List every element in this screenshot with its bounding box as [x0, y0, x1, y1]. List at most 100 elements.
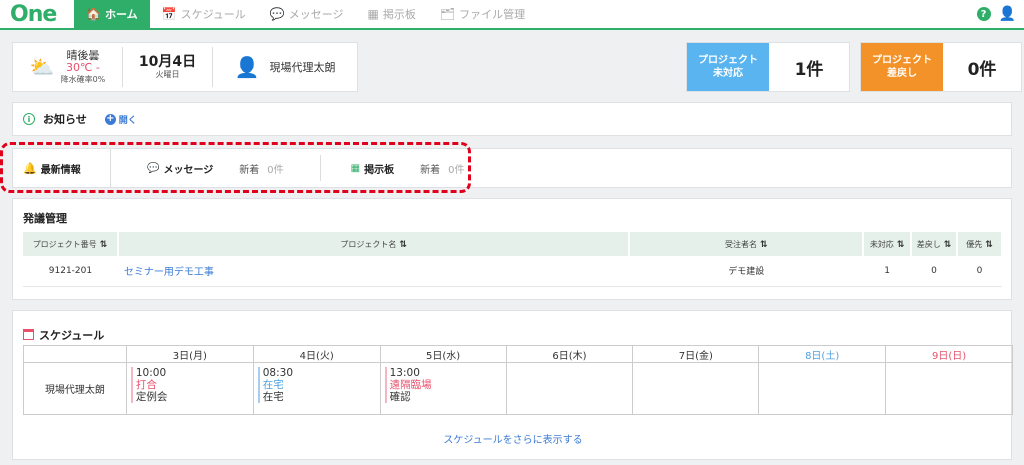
app-logo[interactable]: One — [0, 0, 74, 29]
cell-contractor: デモ建設 — [629, 256, 864, 287]
weather-temp: 30℃ - — [66, 61, 100, 75]
day-cell[interactable]: 08:30 在宅 在宅 — [252, 362, 381, 415]
sort-icon: ⇅ — [985, 239, 993, 250]
day-cell[interactable] — [758, 362, 887, 415]
latest-board-new: 新着 — [420, 164, 441, 176]
col-pending[interactable]: 未対応 ⇅ — [863, 232, 913, 256]
tab-files[interactable]: 🗂 ファイル管理 — [428, 0, 537, 29]
open-notice-button[interactable]: + 開く — [104, 113, 137, 126]
schedule-title: スケジュール — [13, 311, 1011, 347]
schedule-panel: スケジュール 3日(月) 4日(火) 5日(水) 6日(木) 7日(金) 8日(… — [12, 310, 1013, 460]
file-icon: 🗂 — [439, 7, 456, 21]
latest-board-count: 0件 — [448, 164, 465, 176]
tab-label: メッセージ — [288, 8, 344, 21]
day-header: 3日(月) — [125, 345, 254, 363]
tab-label: ファイル管理 — [459, 8, 526, 21]
show-more-schedule-link[interactable]: スケジュールをさらに表示する — [13, 431, 1013, 446]
table-row[interactable]: 9121-201 セミナー用デモ工事 デモ建設 1 0 0 — [23, 256, 1002, 287]
day-header: 5日(水) — [379, 345, 507, 363]
tab-home[interactable]: 🏠 ホーム — [74, 0, 150, 29]
top-nav: One 🏠 ホーム 📅 スケジュール 💬 メッセージ ▦ 掲示板 🗂 ファイル管… — [0, 0, 1024, 30]
order-title: 発議管理 — [23, 212, 67, 225]
nav-right: ? 👤 — [976, 6, 1024, 22]
info-icon: i — [23, 113, 35, 125]
board-icon: ▦ — [350, 162, 361, 174]
board-icon: ▦ — [367, 7, 379, 21]
weather-cell: ⛅ 晴後曇 30℃ - 降水確率0% — [13, 47, 123, 87]
cell-number: 9121-201 — [23, 256, 118, 287]
stat-returned-label: プロジェクト 差戻し — [861, 43, 943, 91]
latest-message-new: 新着 — [239, 164, 260, 176]
day-header-sunday: 9日(日) — [885, 345, 1013, 363]
stat-returned[interactable]: プロジェクト 差戻し 0件 — [860, 42, 1022, 92]
order-management: 発議管理 プロジェクト番号 ⇅ プロジェクト名 ⇅ 受注者名 ⇅ 未対応 ⇅ 差戻し ⇅ … — [12, 198, 1012, 300]
user-cell: 👤 現場代理太朗 — [213, 47, 357, 87]
project-link[interactable]: セミナー用デモ工事 — [117, 256, 630, 287]
schedule-row: 現場代理太朗 10:00 打合 定例会 08:30 在宅 在宅 13:00 遠隔… — [23, 362, 1013, 415]
tab-label: 掲示板 — [382, 8, 416, 21]
date-cell: 10月4日 火曜日 — [123, 47, 213, 87]
sun-cloud-icon: ⛅ — [29, 55, 55, 79]
person-icon: 👤 — [234, 55, 260, 79]
cell-pending: 1 — [863, 256, 912, 287]
stat-pending-count: 1件 — [794, 59, 824, 80]
latest-board[interactable]: ▦ 掲示板 新着 0件 — [321, 148, 465, 188]
schedule-person: 現場代理太朗 — [23, 362, 127, 415]
day-header: 4日(火) — [252, 345, 381, 363]
day-header: 6日(木) — [505, 345, 634, 363]
notice-bar: i お知らせ + 開く — [12, 102, 1012, 136]
day-cell[interactable] — [885, 362, 1013, 415]
schedule-table: 3日(月) 4日(火) 5日(水) 6日(木) 7日(金) 8日(土) 9日(日… — [23, 345, 1013, 415]
sort-icon: ⇅ — [399, 239, 407, 250]
date-weekday: 火曜日 — [155, 70, 180, 80]
col-number[interactable]: プロジェクト番号 ⇅ — [23, 232, 119, 256]
day-cell[interactable] — [632, 362, 760, 415]
date-day: 10月4日 — [138, 54, 197, 71]
latest-message-label: メッセージ — [163, 164, 214, 176]
stat-pending[interactable]: プロジェクト 未対応 1件 — [686, 42, 850, 92]
tab-label: ホーム — [104, 8, 138, 21]
cell-returned: 0 — [911, 256, 958, 287]
tab-schedule[interactable]: 📅 スケジュール — [150, 0, 258, 29]
schedule-event[interactable]: 13:00 遠隔臨場 確認 — [384, 367, 506, 404]
col-contractor[interactable]: 受注者名 ⇅ — [629, 232, 865, 256]
order-table: プロジェクト番号 ⇅ プロジェクト名 ⇅ 受注者名 ⇅ 未対応 ⇅ 差戻し ⇅ 優先 ⇅ 9… — [23, 232, 1003, 287]
sort-icon: ⇅ — [943, 239, 952, 250]
message-icon: 💬 — [269, 7, 285, 21]
notice-title: お知らせ — [43, 113, 87, 126]
day-header: 7日(金) — [632, 345, 760, 363]
schedule-event[interactable]: 08:30 在宅 在宅 — [257, 367, 380, 404]
tab-message[interactable]: 💬 メッセージ — [258, 0, 356, 29]
bell-icon: 🔔 — [23, 161, 37, 175]
calendar-icon — [23, 329, 34, 340]
user-name: 現場代理太朗 — [269, 61, 336, 74]
col-priority[interactable]: 優先 ⇅ — [957, 232, 1003, 256]
calendar-icon: 📅 — [161, 7, 177, 21]
latest-info-bar: 🔔 最新情報 💬 メッセージ 新着 0件 ▦ 掲示板 新着 0件 — [12, 148, 1012, 188]
sort-icon: ⇅ — [896, 239, 905, 250]
tab-label: スケジュール — [180, 8, 246, 21]
home-icon: 🏠 — [86, 7, 101, 21]
sort-icon: ⇅ — [759, 239, 768, 250]
tab-board[interactable]: ▦ 掲示板 — [356, 0, 428, 29]
latest-title: 🔔 最新情報 — [13, 148, 111, 188]
col-name[interactable]: プロジェクト名 ⇅ — [117, 232, 631, 256]
stat-pending-label: プロジェクト 未対応 — [687, 43, 769, 91]
day-cell[interactable]: 10:00 打合 定例会 — [125, 362, 254, 415]
latest-message[interactable]: 💬 メッセージ 新着 0件 — [111, 148, 284, 188]
day-cell[interactable]: 13:00 遠隔臨場 確認 — [379, 362, 507, 415]
col-returned[interactable]: 差戻し ⇅ — [911, 232, 959, 256]
stat-returned-count: 0件 — [967, 59, 997, 80]
message-icon: 💬 — [147, 162, 160, 174]
sort-icon: ⇅ — [99, 239, 108, 250]
weather-rain: 降水確率0% — [60, 75, 106, 85]
corner-cell — [23, 345, 127, 363]
help-icon[interactable]: ? — [976, 7, 991, 21]
day-cell[interactable] — [505, 362, 634, 415]
cell-priority: 0 — [957, 256, 1002, 287]
day-header-saturday: 8日(土) — [758, 345, 887, 363]
schedule-event[interactable]: 10:00 打合 定例会 — [130, 367, 253, 404]
latest-message-count: 0件 — [267, 164, 284, 176]
user-icon[interactable]: 👤 — [999, 6, 1016, 22]
latest-board-label: 掲示板 — [364, 164, 395, 176]
